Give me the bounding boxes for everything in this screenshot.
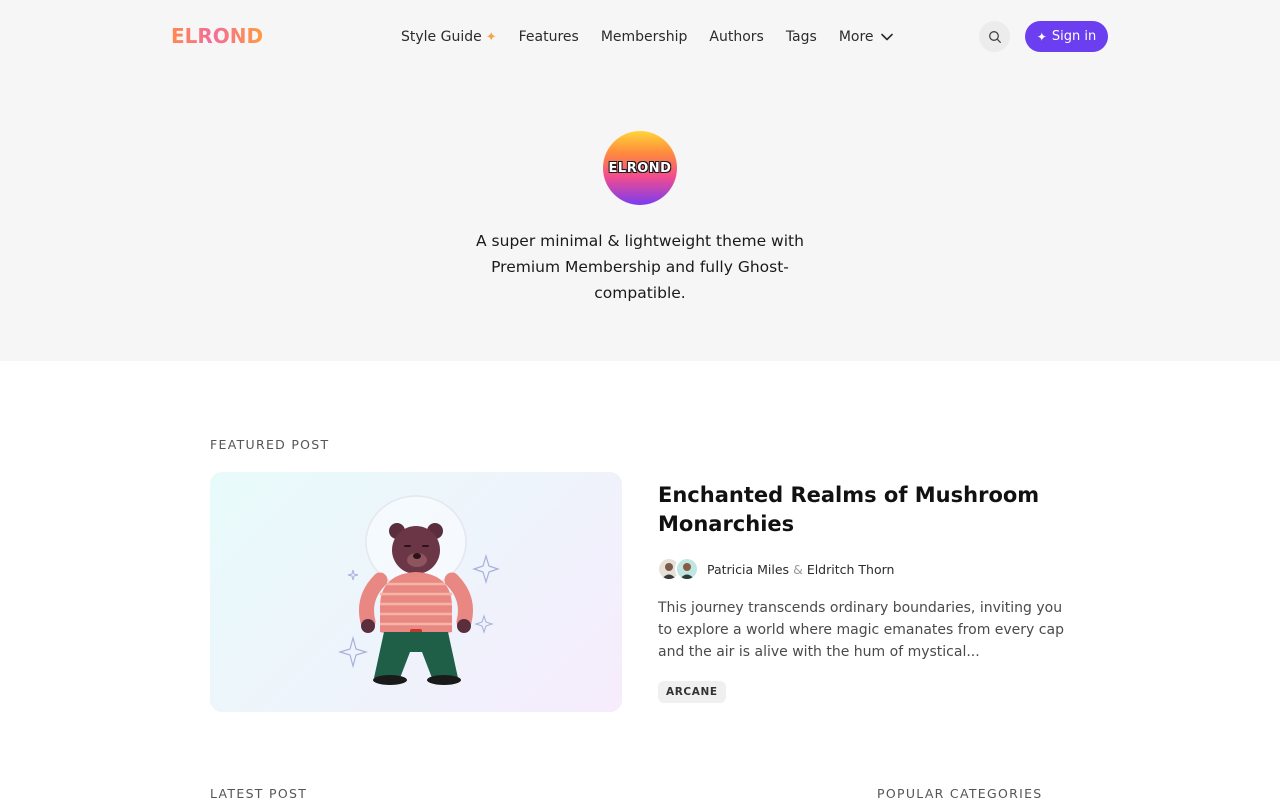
nav-label: Style Guide	[401, 29, 482, 45]
nav-more-dropdown[interactable]: More	[839, 29, 893, 45]
hero-logo: ELROND	[603, 131, 677, 205]
sparkle-icon: ✦	[485, 29, 497, 45]
sign-in-label: Sign in	[1051, 29, 1097, 44]
author-separator: &	[793, 561, 803, 577]
author-link[interactable]: Patricia Miles	[707, 562, 789, 577]
nav-label: Tags	[785, 29, 817, 45]
nav-label: Membership	[600, 29, 688, 45]
featured-post-excerpt: This journey transcends ordinary boundar…	[658, 600, 1064, 660]
post-authors: Patricia Miles & Eldritch Thorn	[657, 556, 894, 582]
author-avatar[interactable]	[675, 557, 699, 581]
chevron-down-icon	[880, 33, 893, 41]
nav-features[interactable]: Features	[519, 29, 579, 45]
featured-post-title[interactable]: Enchanted Realms of Mushroom Monarchies	[658, 481, 1058, 539]
search-icon	[988, 30, 1001, 43]
nav-label: Features	[518, 29, 579, 45]
featured-section-label: FEATURED POST	[210, 437, 330, 452]
site-tagline: A super minimal & lightweight theme with…	[476, 232, 804, 302]
bear-astronaut-illustration	[337, 495, 500, 685]
site-header: ELROND Style Guide ✦ Features Membership…	[0, 0, 1280, 72]
site-logo[interactable]: ELROND	[171, 25, 263, 47]
nav-membership[interactable]: Membership	[601, 29, 688, 45]
sign-in-button[interactable]: ✦ Sign in	[1025, 21, 1108, 52]
popular-categories-label: POPULAR CATEGORIES	[877, 786, 1043, 800]
nav-authors[interactable]: Authors	[709, 29, 763, 45]
nav-label: Authors	[709, 29, 764, 45]
nav-label: More	[838, 29, 874, 45]
latest-section-label: LATEST POST	[210, 786, 308, 800]
search-button[interactable]	[979, 21, 1010, 52]
main-nav: Style Guide ✦ Features Membership Author…	[401, 26, 893, 48]
post-tag-badge[interactable]: ARCANE	[658, 681, 726, 703]
featured-post-image[interactable]	[210, 472, 622, 712]
nav-tags[interactable]: Tags	[786, 29, 817, 45]
sparkle-icon: ✦	[1036, 29, 1047, 44]
nav-style-guide[interactable]: Style Guide ✦	[401, 29, 497, 45]
hero-logo-text: ELROND	[608, 160, 672, 176]
author-link[interactable]: Eldritch Thorn	[807, 562, 895, 577]
author-names: Patricia Miles & Eldritch Thorn	[707, 562, 894, 577]
avatar-image	[677, 559, 697, 579]
